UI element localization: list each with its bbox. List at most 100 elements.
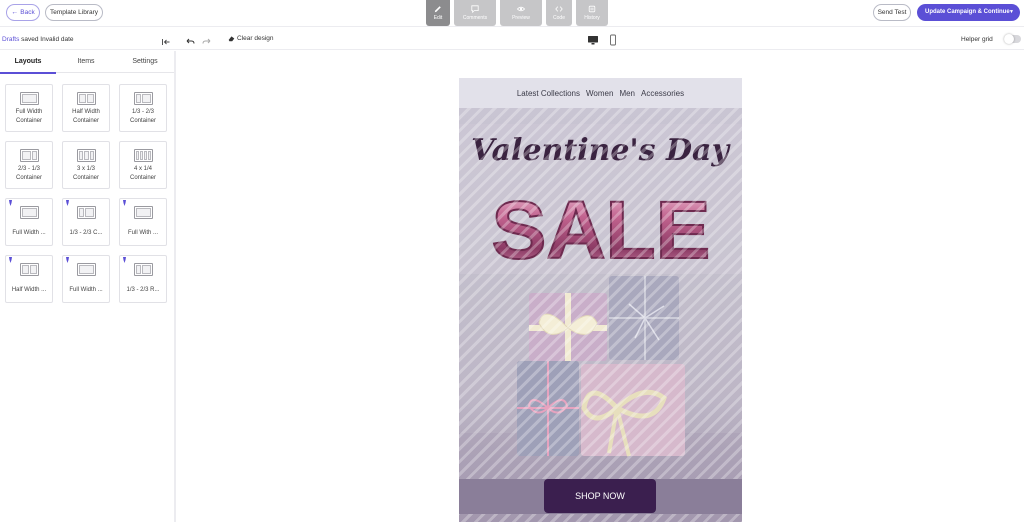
four-column-layout-icon xyxy=(134,149,153,162)
tab-layouts[interactable]: Layouts xyxy=(0,58,56,65)
clear-design-button[interactable]: Clear design xyxy=(228,35,274,42)
sidebar-tabs: Layouts Items Settings xyxy=(0,51,174,74)
one-third-two-thirds-layout-icon xyxy=(77,206,96,219)
active-tab-indicator xyxy=(0,72,56,74)
send-test-button[interactable]: Send Test xyxy=(873,4,911,21)
top-bar: ← Back Template Library Edit Comments Pre… xyxy=(0,0,1024,27)
mode-preview-label: Preview xyxy=(512,15,530,21)
mode-comments-label: Comments xyxy=(462,15,488,21)
tab-settings[interactable]: Settings xyxy=(116,58,174,65)
half-width-layout-icon xyxy=(77,92,96,105)
email-nav-item[interactable]: Women xyxy=(586,89,613,98)
layout-card-label: 3 x 1/3 Container xyxy=(72,166,99,181)
saved-layout-card[interactable]: Full Width ... xyxy=(62,255,110,303)
one-third-two-thirds-layout-icon xyxy=(134,92,153,105)
email-nav-item[interactable]: Latest Collections xyxy=(517,89,580,98)
layout-card[interactable]: 4 x 1/4 Container xyxy=(119,141,167,189)
back-button[interactable]: ← Back xyxy=(6,4,40,21)
mode-code[interactable]: Code xyxy=(546,0,572,26)
design-canvas[interactable]: Latest Collections Women Men Accessories xyxy=(178,51,1024,522)
mode-edit-label: Edit xyxy=(433,15,443,21)
editor-toolbar: Drafts saved Invalid date Clear design H… xyxy=(0,28,1024,50)
mobile-view-icon[interactable] xyxy=(607,33,619,46)
gift-boxes-illustration xyxy=(517,276,685,457)
email-nav-item[interactable]: Men xyxy=(619,89,635,98)
mode-switcher: Edit Comments Preview Code History xyxy=(426,0,608,26)
code-icon xyxy=(555,6,563,12)
pin-icon xyxy=(123,200,126,206)
hero-script-text: Valentine's Day xyxy=(471,133,731,168)
half-width-layout-icon xyxy=(20,263,39,276)
full-width-layout-icon xyxy=(134,206,153,219)
tab-items[interactable]: Items xyxy=(58,58,114,65)
saved-layout-card[interactable]: Full With ... xyxy=(119,198,167,246)
desktop-view-icon[interactable] xyxy=(587,33,599,45)
layout-card-label: Full With ... xyxy=(127,230,158,236)
update-campaign-label: Update Campaign & Continue xyxy=(925,9,1010,15)
redo-icon[interactable] xyxy=(202,34,212,44)
layout-card[interactable]: 3 x 1/3 Container xyxy=(62,141,110,189)
layout-card-label: Half Width ... xyxy=(11,287,47,293)
email-nav-item[interactable]: Accessories xyxy=(641,89,684,98)
layout-card-label: Half Width Container xyxy=(72,109,100,124)
full-width-layout-icon xyxy=(20,206,39,219)
layout-card[interactable]: 1/3 - 2/3 Container xyxy=(119,84,167,132)
email-nav-menu[interactable]: Latest Collections Women Men Accessories xyxy=(459,78,742,108)
mode-preview[interactable]: Preview xyxy=(500,0,542,26)
helper-grid-toggle[interactable] xyxy=(1004,34,1021,44)
eye-icon xyxy=(517,6,525,12)
chevron-down-icon[interactable]: ▼ xyxy=(1009,4,1014,21)
three-column-layout-icon xyxy=(77,149,96,162)
helper-grid-label: Helper grid xyxy=(961,36,993,43)
history-icon xyxy=(588,5,596,13)
layout-card-label: 1/3 - 2/3 C... xyxy=(69,230,103,236)
save-status: Drafts saved Invalid date xyxy=(2,36,74,43)
layout-card-label: Full Width ... xyxy=(69,287,103,293)
email-preview[interactable]: Latest Collections Women Men Accessories xyxy=(459,78,742,522)
eraser-icon xyxy=(228,36,235,42)
drafts-link[interactable]: Drafts xyxy=(2,36,19,43)
back-button-label: Back xyxy=(20,9,35,16)
shop-now-button[interactable]: SHOP NOW xyxy=(544,479,656,513)
comment-icon xyxy=(471,5,479,13)
pin-icon xyxy=(9,257,12,263)
pin-icon xyxy=(9,200,12,206)
collapse-sidebar-icon[interactable] xyxy=(161,34,171,45)
saved-layout-card[interactable]: Full Width ... xyxy=(5,198,53,246)
hero-sale-text: SALE xyxy=(492,185,711,276)
arrow-left-icon: ← xyxy=(11,9,19,16)
two-thirds-one-third-layout-icon xyxy=(20,149,39,162)
pin-icon xyxy=(66,257,69,263)
mode-history-label: History xyxy=(584,15,600,21)
saved-layout-card[interactable]: 1/3 - 2/3 R... xyxy=(119,255,167,303)
saved-layout-card[interactable]: 1/3 - 2/3 C... xyxy=(62,198,110,246)
full-width-layout-icon xyxy=(20,92,39,105)
layouts-sidebar: Layouts Items Settings Full Width Contai… xyxy=(0,51,176,522)
layout-card[interactable]: Full Width Container xyxy=(5,84,53,132)
saved-status-text: saved Invalid date xyxy=(19,36,74,43)
toggle-knob xyxy=(1004,34,1014,44)
mode-code-label: Code xyxy=(553,15,565,21)
update-campaign-button[interactable]: Update Campaign & Continue ▼ xyxy=(917,4,1020,21)
one-third-two-thirds-layout-icon xyxy=(134,263,153,276)
undo-icon[interactable] xyxy=(185,34,195,44)
layout-card-label: Full Width ... xyxy=(12,230,46,236)
mode-history[interactable]: History xyxy=(576,0,608,26)
layout-card[interactable]: Half Width Container xyxy=(62,84,110,132)
mode-comments[interactable]: Comments xyxy=(454,0,496,26)
saved-layout-card[interactable]: Half Width ... xyxy=(5,255,53,303)
layout-card-label: Full Width Container xyxy=(15,109,43,124)
pin-icon xyxy=(66,200,69,206)
mode-edit[interactable]: Edit xyxy=(426,0,450,26)
hero-image[interactable]: Valentine's Day SALE xyxy=(459,108,742,522)
layout-card[interactable]: 2/3 - 1/3 Container xyxy=(5,141,53,189)
pencil-icon xyxy=(434,6,441,13)
layout-card-label: 2/3 - 1/3 Container xyxy=(15,166,42,181)
clear-design-label: Clear design xyxy=(237,35,274,42)
layout-card-label: 4 x 1/4 Container xyxy=(129,166,156,181)
layout-card-label: 1/3 - 2/3 Container xyxy=(129,109,156,124)
template-library-button[interactable]: Template Library xyxy=(45,4,103,21)
layout-card-label: 1/3 - 2/3 R... xyxy=(126,287,160,293)
pin-icon xyxy=(123,257,126,263)
full-width-layout-icon xyxy=(77,263,96,276)
